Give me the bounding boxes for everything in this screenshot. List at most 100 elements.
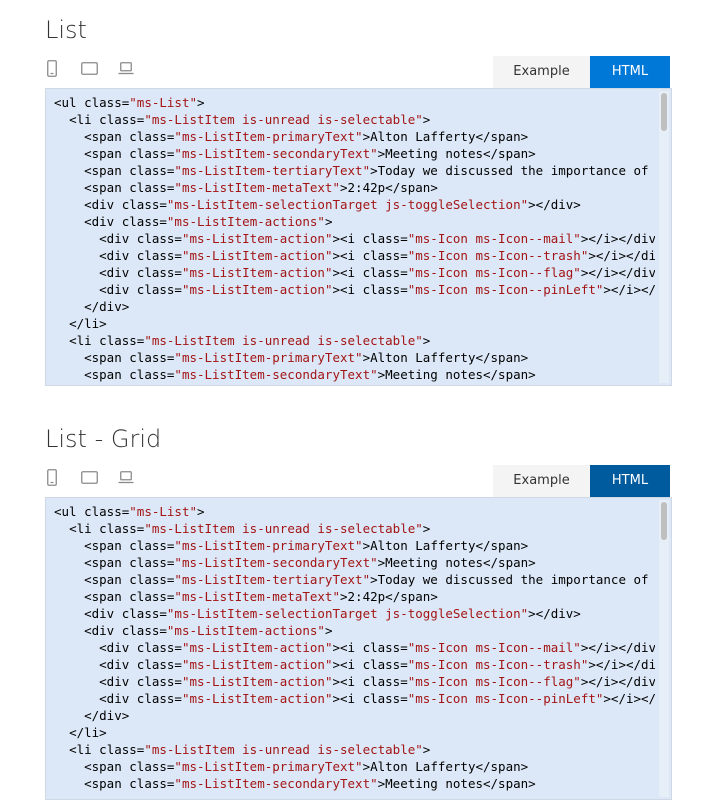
code-token-val: "ms-ListItem is-unread is-selectable" [144,742,423,757]
tablet-icon[interactable] [81,471,98,484]
code-line: <li class="ms-ListItem is-unread is-sele… [54,741,655,758]
laptop-icon[interactable] [118,471,134,484]
code-token-tag: <li [69,742,100,757]
tab-example[interactable]: Example [493,465,590,497]
code-line: <li class="ms-ListItem is-unread is-sele… [54,332,655,349]
code-token-tag: <span [84,538,130,553]
code-token-tag: <li [69,112,100,127]
code-token-tag: ><i [332,282,363,297]
code-line: <div class="ms-ListItem-action"><i class… [54,639,655,656]
code-line: <div class="ms-ListItem-action"><i class… [54,264,655,281]
tab-example[interactable]: Example [493,56,590,88]
code-token-tag: > [340,589,348,604]
code-token-tag: > [370,163,378,178]
code-line: <li class="ms-ListItem is-unread is-sele… [54,111,655,128]
code-token-attr: class= [136,248,182,263]
code-token-val: "ms-ListItem-selectionTarget js-toggleSe… [166,197,529,212]
code-token-attr: class= [136,691,182,706]
phone-icon[interactable] [47,60,57,77]
code-token-val: "ms-ListItem-action" [181,265,333,280]
code-token-attr: class= [362,640,408,655]
code-token-tag: <span [84,572,130,587]
code-token-val: "ms-ListItem-selectionTarget js-toggleSe… [166,606,529,621]
code-token-tag: ><i [332,674,363,689]
code-line: </div> [54,298,655,315]
code-line: <span class="ms-ListItem-primaryText">Al… [54,537,655,554]
code-token-tag: <span [84,350,130,365]
code-line: <div class="ms-ListItem-selectionTarget … [54,605,655,622]
code-token-attr: class= [362,674,408,689]
code-line: <ul class="ms-List"> [54,94,655,111]
scrollbar[interactable] [659,500,669,797]
code-token-txt: Alton Lafferty [370,538,476,553]
section-list-grid: List - Grid Example HTML <ul class="ms-L… [0,409,711,800]
code-token-val: "ms-ListItem-action" [181,640,333,655]
code-token-tag: </div> [84,299,130,314]
code-token-tag: <div [99,282,137,297]
laptop-icon[interactable] [118,62,134,75]
code-token-tag: > [324,214,333,229]
code-token-attr: class= [362,248,408,263]
code-token-attr: class= [84,504,130,519]
code-token-attr: class= [362,231,408,246]
code-token-tag: <span [84,163,130,178]
scrollbar[interactable] [659,91,669,383]
tablet-icon[interactable] [81,62,98,75]
code-token-val: "ms-Icon ms-Icon--pinLeft" [407,282,604,297]
code-token-val: "ms-Icon ms-Icon--trash" [407,657,589,672]
code-token-tag: ></i></div> [603,691,655,706]
code-token-tag: ><i [332,640,363,655]
code-token-attr: class= [129,367,175,382]
code-token-attr: class= [129,776,175,791]
code-line: <div class="ms-ListItem-actions"> [54,213,655,230]
code-token-tag: <span [84,146,130,161]
code-panel[interactable]: <ul class="ms-List"> <li class="ms-ListI… [45,88,672,386]
code-token-tag: <span [84,129,130,144]
code-token-tag: ></i></div> [588,248,655,263]
code-token-txt: Alton Lafferty [370,759,476,774]
code-token-tag: </span> [475,129,529,144]
code-line: <span class="ms-ListItem-secondaryText">… [54,366,655,383]
code-token-attr: class= [136,265,182,280]
code-token-val: "ms-ListItem-action" [181,657,333,672]
code-token-tag: </span> [475,350,529,365]
code-token-tag: ></i></div> [603,282,655,297]
code-token-attr: class= [129,572,175,587]
code-token-tag: ><i [332,248,363,263]
code-token-tag: </span> [385,589,438,604]
code-token-attr: class= [121,623,167,638]
code-token-tag: </span> [483,367,536,382]
view-tabs: Example HTML [493,56,670,88]
scrollbar-thumb[interactable] [661,502,667,540]
tab-html[interactable]: HTML [590,56,670,88]
code-panel[interactable]: <ul class="ms-List"> <li class="ms-ListI… [45,497,672,800]
code-token-attr: class= [129,555,175,570]
code-token-val: "ms-ListItem-metaText" [174,589,340,604]
code-token-tag: </span> [385,180,438,195]
code-token-tag: <li [69,333,100,348]
code-token-attr: class= [129,163,175,178]
code-line: <span class="ms-ListItem-secondaryText">… [54,775,655,792]
phone-icon[interactable] [47,469,57,486]
section-title: List - Grid [45,425,162,453]
code-token-val: "ms-Icon ms-Icon--trash" [407,248,589,263]
tab-html[interactable]: HTML [590,465,670,497]
code-line: <div class="ms-ListItem-action"><i class… [54,673,655,690]
code-token-attr: class= [121,214,167,229]
code-token-tag: <div [99,691,137,706]
scrollbar-thumb[interactable] [661,93,667,131]
code-line: <span class="ms-ListItem-primaryText">Al… [54,758,655,775]
code-token-tag: </li> [69,725,107,740]
